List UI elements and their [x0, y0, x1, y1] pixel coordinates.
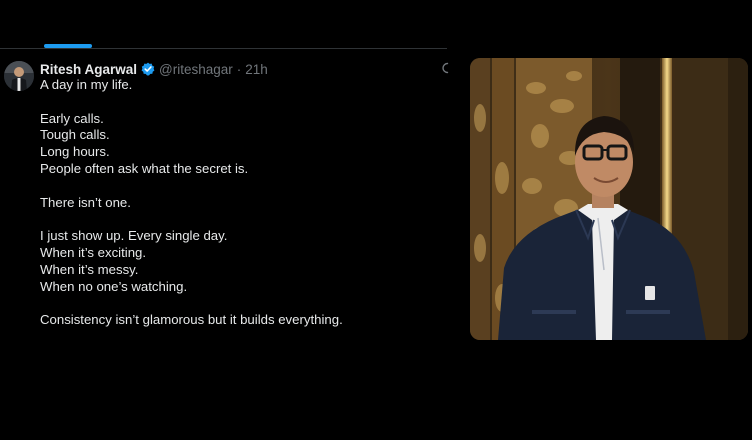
post-line: I just show up. Every single day.	[40, 228, 228, 244]
post-media-image[interactable]	[470, 58, 748, 340]
post-header: Ritesh Agarwal @riteshagar · 21h	[40, 60, 268, 78]
more-icon[interactable]	[439, 60, 449, 76]
user-handle[interactable]: @riteshagar	[159, 62, 233, 77]
post-line: Early calls.	[40, 110, 104, 126]
post-timestamp[interactable]: 21h	[245, 62, 268, 77]
post-line: A day in my life.	[40, 77, 133, 92]
post-line: Consistency isn’t glamorous but it build…	[40, 312, 343, 328]
post-line: When it’s exciting.	[40, 244, 147, 260]
post-line: There isn’t one.	[40, 194, 131, 210]
verified-badge-icon	[141, 62, 155, 76]
avatar[interactable]	[4, 61, 34, 91]
tab-bar	[0, 0, 447, 49]
post-line: People often ask what the secret is.	[40, 160, 249, 176]
post-line: When it’s messy.	[40, 261, 139, 277]
post-line: Tough calls.	[40, 127, 110, 143]
post-line: When no one’s watching.	[40, 278, 188, 294]
active-tab-indicator	[44, 44, 92, 48]
post-line: Long hours.	[40, 144, 110, 160]
display-name[interactable]: Ritesh Agarwal	[40, 62, 137, 77]
header-separator: ·	[236, 61, 242, 77]
post-text: A day in my life. Early calls. Tough cal…	[40, 77, 440, 329]
